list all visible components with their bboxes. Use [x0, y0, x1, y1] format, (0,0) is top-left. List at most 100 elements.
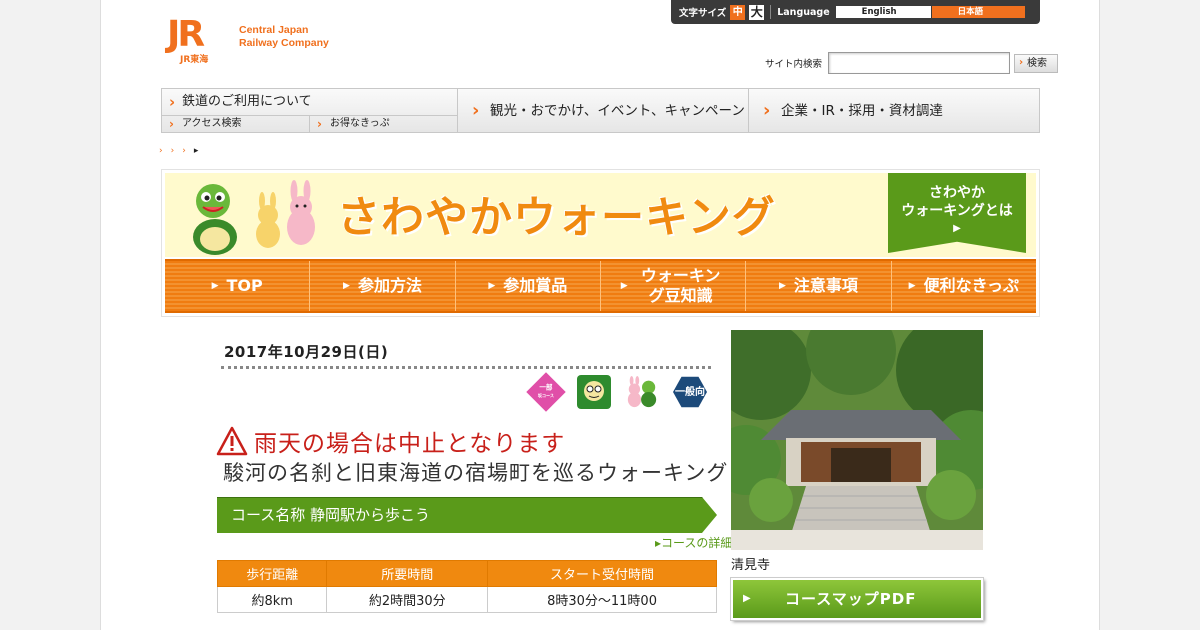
breadcrumb-item[interactable]: › [182, 146, 186, 156]
banner-tabs: ▶ TOP ▶ 参加方法 ▶ 参加賞品 ▶ ウォーキング豆知識 ▶ 注意事項 ▶ 便利なきっ… [165, 259, 1036, 313]
table-header-row: 歩行距離 所要時間 スタート受付時間 [216, 560, 717, 587]
font-size-medium-button[interactable]: 中 [730, 4, 746, 20]
play-arrow-icon: ▶ [953, 223, 961, 234]
header-distance: 歩行距離 [216, 560, 328, 587]
breadcrumb: › › › ▸ [159, 146, 198, 156]
value-distance: 約8km [216, 586, 328, 613]
breadcrumb-item[interactable]: › [159, 146, 163, 156]
breadcrumb-item[interactable]: › [171, 146, 175, 156]
tab-notes[interactable]: ▶ 注意事項 [745, 261, 890, 311]
nav-rail-group: › 鉄道のご利用について › アクセス検索 › お得なきっぷ [162, 89, 458, 132]
nav-corporate[interactable]: › 企業・IR・採用・資材調達 [748, 89, 1039, 132]
course-map-pdf-button[interactable]: ▶ コースマップPDF [731, 578, 983, 620]
tab-label: 参加方法 [357, 276, 422, 295]
logo-line2: Railway Company [239, 37, 329, 49]
course-info-table: 歩行距離 所要時間 スタート受付時間 約8km 約2時間30分 8時30分〜11… [216, 560, 717, 613]
badge-text: 一部 坂コース [538, 384, 554, 400]
site-search: サイト内検索 検索 [765, 52, 1059, 74]
reservation-badge-icon [577, 375, 611, 409]
logo-line1: Central Japan [239, 24, 309, 36]
nav-access-search-label: アクセス検索 [182, 118, 242, 129]
chevron-right-icon: › [472, 100, 480, 121]
dotted-divider [221, 366, 711, 369]
page: JR JR東海 Central Japan Railway Company 文字… [100, 0, 1100, 630]
jr-central-logo[interactable]: JR JR東海 Central Japan Railway Company [167, 14, 329, 66]
whatis-line2: ウォーキングとは [901, 203, 1013, 219]
badge-general: 一般向 [675, 386, 705, 398]
language-japanese-button[interactable]: 日本語 [931, 6, 1025, 18]
banner-title: さわやかウォーキング [337, 193, 776, 243]
play-arrow-icon: ▶ [908, 281, 916, 291]
language-label: Language [777, 6, 830, 18]
header-duration: 所要時間 [326, 560, 489, 587]
toolbar-divider [770, 5, 772, 19]
nav-rail-use[interactable]: › 鉄道のご利用について [162, 89, 457, 115]
breadcrumb-current: ▸ [193, 146, 199, 156]
nav-access-search[interactable]: › アクセス検索 [162, 116, 309, 132]
nav-sightseeing[interactable]: › 観光・おでかけ、イベント、キャンペーン [458, 89, 748, 132]
logo-text: Central Japan Railway Company [239, 24, 329, 50]
search-input[interactable] [828, 52, 1011, 74]
nav-rail-use-label: 鉄道のご利用について [182, 94, 312, 109]
partial-slope-badge-icon: 一部 坂コース [526, 372, 566, 412]
play-arrow-icon: ▶ [743, 593, 752, 604]
tab-label: ウォーキング豆知識 [640, 266, 721, 305]
temple-photo [731, 330, 983, 550]
rain-cancel-notice: 雨天の場合は中止となります [216, 424, 565, 458]
map-button-label: コースマップPDF [785, 590, 917, 608]
table-row: 約8km 約2時間30分 8時30分〜11時00 [216, 586, 717, 613]
whatis-line1: さわやか [929, 185, 985, 201]
logo-sub: JR東海 [180, 55, 209, 65]
mascot-badge-icon [625, 375, 659, 409]
value-duration: 約2時間30分 [326, 586, 489, 613]
play-arrow-icon: ▶ [488, 281, 496, 291]
utility-toolbar: 文字サイズ 中 大 Language English 日本語 [671, 0, 1040, 24]
tab-prizes[interactable]: ▶ 参加賞品 [454, 261, 600, 311]
walking-banner: さわやかウォーキング さわやか ウォーキングとは ▶ ▶ TOP ▶ 参加方法 ▶ 参… [161, 169, 1040, 317]
search-button[interactable]: 検索 [1014, 53, 1059, 73]
tab-label: 注意事項 [793, 276, 858, 295]
nav-sightseeing-label: 観光・おでかけ、イベント、キャンペーン [490, 103, 745, 119]
play-arrow-icon: ▶ [779, 281, 786, 291]
value-start-time: 8時30分〜11時00 [487, 586, 717, 613]
language-english-button[interactable]: English [835, 6, 931, 18]
nav-tickets-label: お得なきっぷ [330, 118, 390, 129]
banner-header: さわやかウォーキング さわやか ウォーキングとは ▶ [165, 173, 1036, 257]
character-face-icon [584, 381, 604, 401]
font-size-large-button[interactable]: 大 [749, 4, 765, 20]
warning-icon [216, 426, 248, 456]
chevron-right-icon: › [169, 93, 176, 111]
tab-label: 便利なきっぷ [923, 276, 1019, 295]
nav-subitems: › アクセス検索 › お得なきっぷ [162, 115, 457, 132]
nav-corporate-label: 企業・IR・採用・資材調達 [781, 103, 943, 119]
mascot-pair-icon [627, 375, 657, 408]
search-label: サイト内検索 [765, 59, 823, 70]
tab-how-to-join[interactable]: ▶ 参加方法 [309, 261, 454, 311]
tab-walking-tips[interactable]: ▶ ウォーキング豆知識 [599, 261, 745, 311]
header-start-time: スタート受付時間 [487, 560, 717, 587]
logo-jr: JR [167, 14, 205, 55]
play-arrow-icon: ▶ [343, 281, 350, 291]
play-arrow-icon: ▶ [211, 281, 219, 291]
tab-label: 参加賞品 [503, 276, 568, 295]
global-nav: › 鉄道のご利用について › アクセス検索 › お得なきっぷ › 観光・おでかけ… [161, 88, 1040, 133]
chevron-right-icon: › [169, 117, 174, 131]
badge-partial-sub: 坂コース [537, 393, 555, 399]
photo-caption: 清見寺 [731, 558, 771, 573]
logo-mark: JR JR東海 [167, 14, 229, 66]
nav-tickets[interactable]: › お得なきっぷ [309, 116, 457, 132]
warning-text: 雨天の場合は中止となります [254, 431, 566, 457]
event-date: 2017年10月29日(日) [224, 343, 389, 361]
chevron-right-icon: › [317, 117, 322, 131]
tab-useful-tickets[interactable]: ▶ 便利なきっぷ [890, 261, 1036, 311]
badge-partial: 一部 [539, 383, 553, 392]
what-is-walking-button[interactable]: さわやか ウォーキングとは ▶ [888, 173, 1026, 253]
tab-top[interactable]: ▶ TOP [165, 261, 309, 311]
course-name-bar: コース名称 静岡駅から歩こう [217, 497, 717, 533]
font-size-label: 文字サイズ [679, 8, 727, 19]
event-subtitle: 駿河の名刹と旧東海道の宿場町を巡るウォーキング [223, 461, 729, 485]
course-detail-link[interactable]: ▸コースの詳細 [655, 534, 732, 551]
tab-label: TOP [226, 276, 263, 295]
mascot-characters-illustration [193, 180, 315, 255]
general-course-badge-icon: 一般向 [673, 376, 707, 408]
